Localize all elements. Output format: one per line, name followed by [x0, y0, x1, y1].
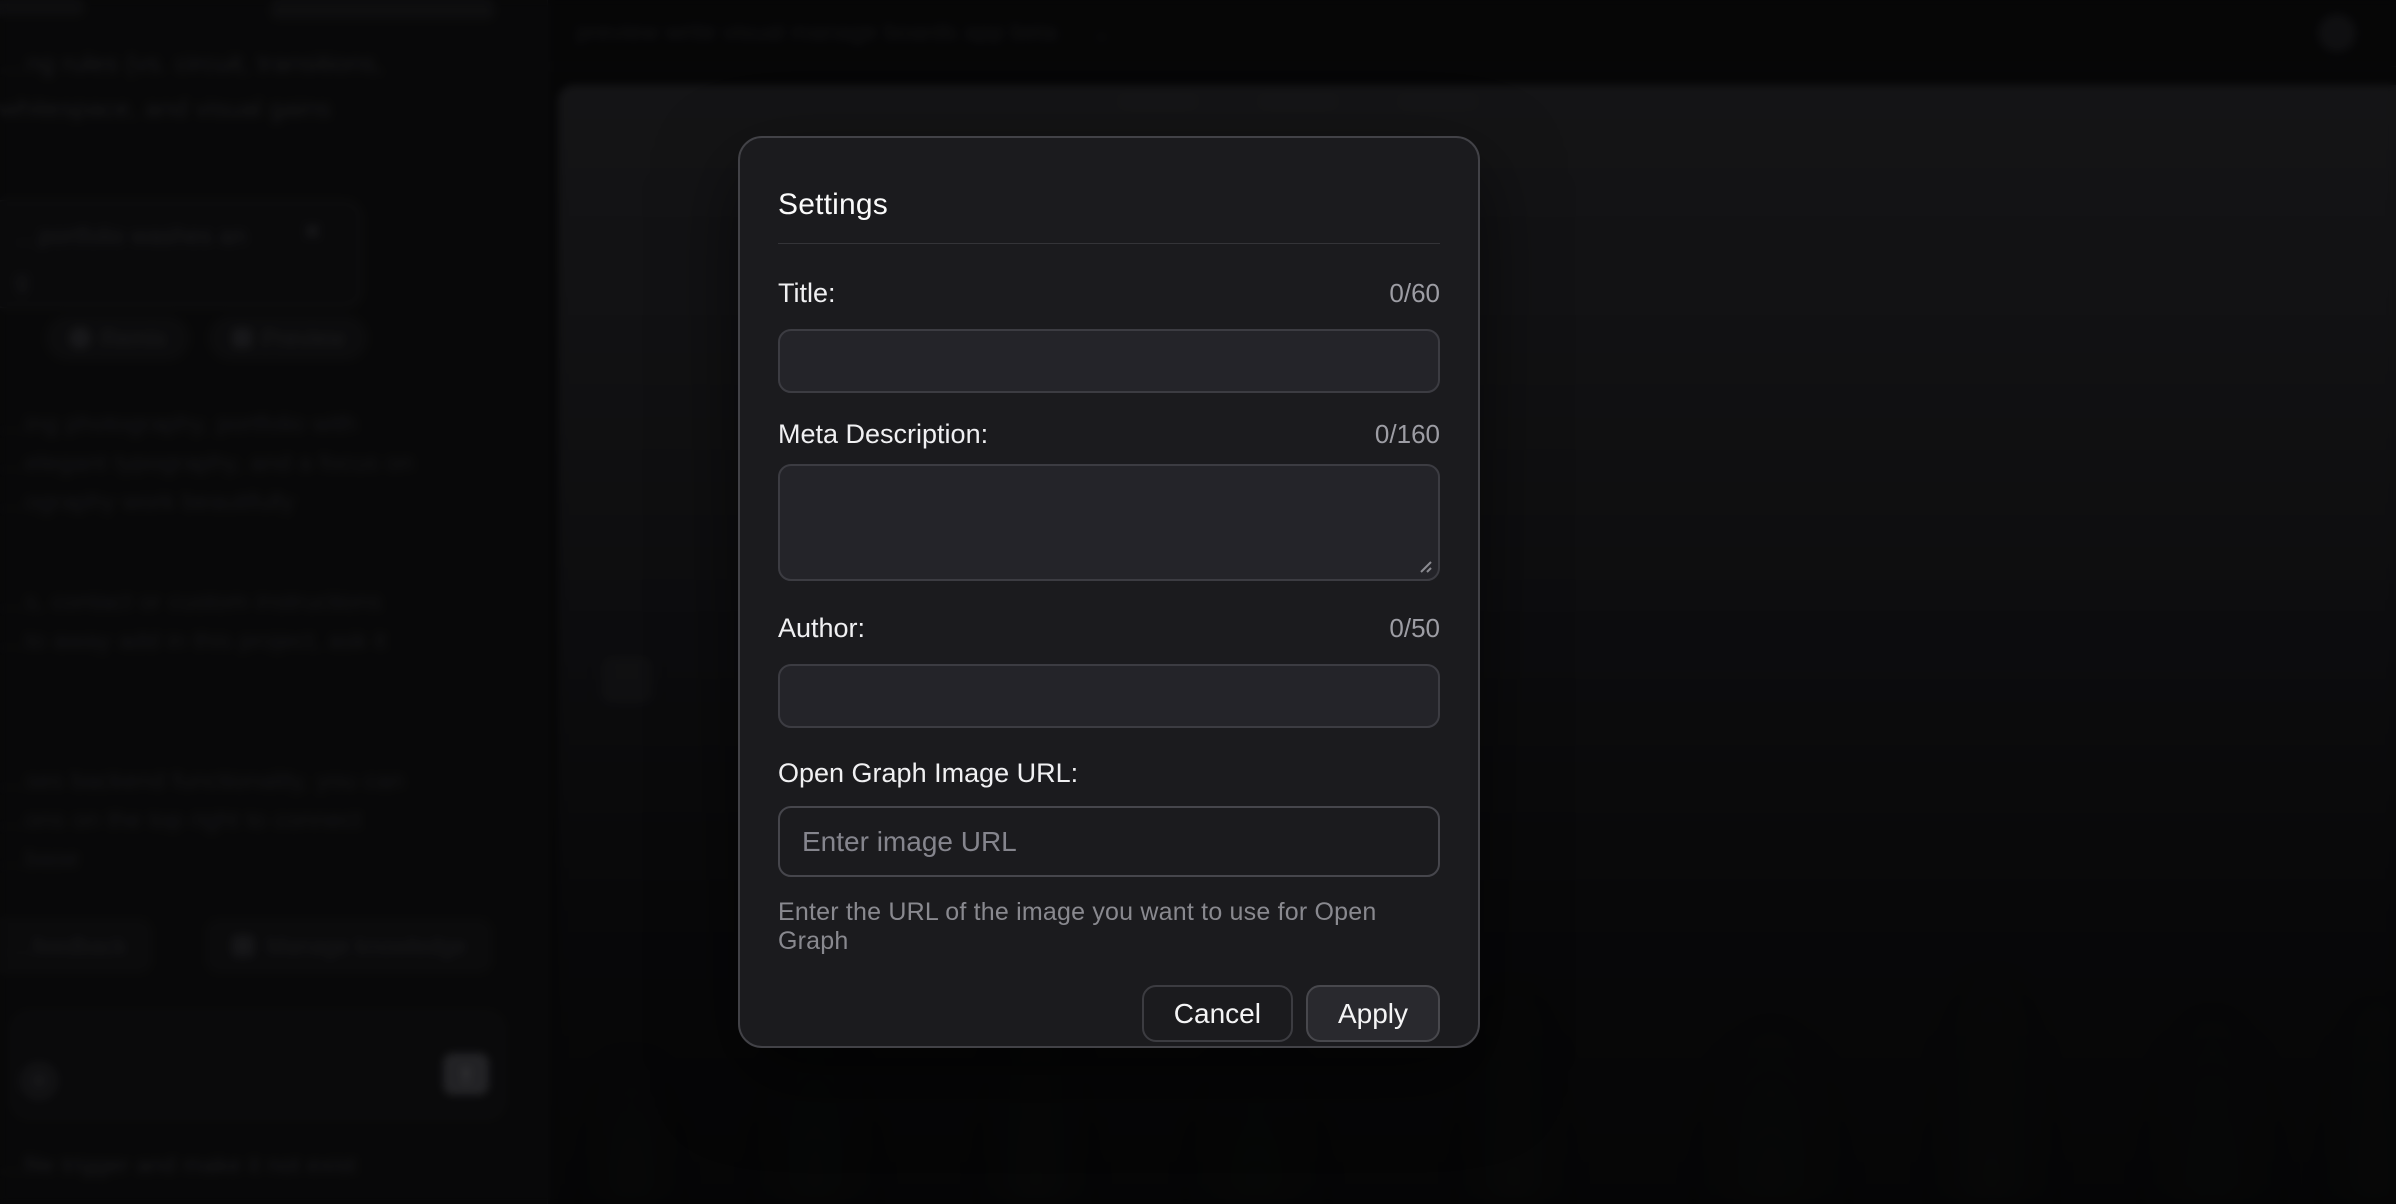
author-input[interactable]	[778, 664, 1440, 728]
field-og-image-url: Open Graph Image URL: Enter the URL of t…	[778, 758, 1440, 956]
field-author: Author: 0/50	[778, 613, 1440, 728]
title-input[interactable]	[778, 329, 1440, 393]
apply-button[interactable]: Apply	[1306, 985, 1440, 1042]
header-divider	[778, 243, 1440, 244]
title-label: Title:	[778, 278, 836, 309]
resize-handle-icon[interactable]	[1417, 558, 1433, 574]
settings-dialog: Settings Title: 0/60 Meta Description: 0…	[738, 136, 1480, 1048]
title-counter: 0/60	[1389, 278, 1440, 309]
author-counter: 0/50	[1389, 613, 1440, 644]
meta-description-textarea[interactable]	[778, 464, 1440, 581]
field-meta-description: Meta Description: 0/160	[778, 419, 1440, 581]
field-title: Title: 0/60	[778, 278, 1440, 393]
cancel-button[interactable]: Cancel	[1142, 985, 1293, 1042]
og-image-url-input[interactable]	[778, 806, 1440, 877]
app-window: …ng rules (vs. circuit, transitions, whi…	[0, 0, 2396, 1204]
dialog-actions: Cancel Apply	[778, 985, 1440, 1042]
og-image-url-helper: Enter the URL of the image you want to u…	[778, 898, 1440, 956]
author-label: Author:	[778, 613, 865, 644]
og-image-url-label: Open Graph Image URL:	[778, 758, 1078, 789]
meta-description-label: Meta Description:	[778, 419, 988, 450]
dialog-title: Settings	[778, 188, 1440, 222]
meta-description-counter: 0/160	[1375, 419, 1440, 450]
